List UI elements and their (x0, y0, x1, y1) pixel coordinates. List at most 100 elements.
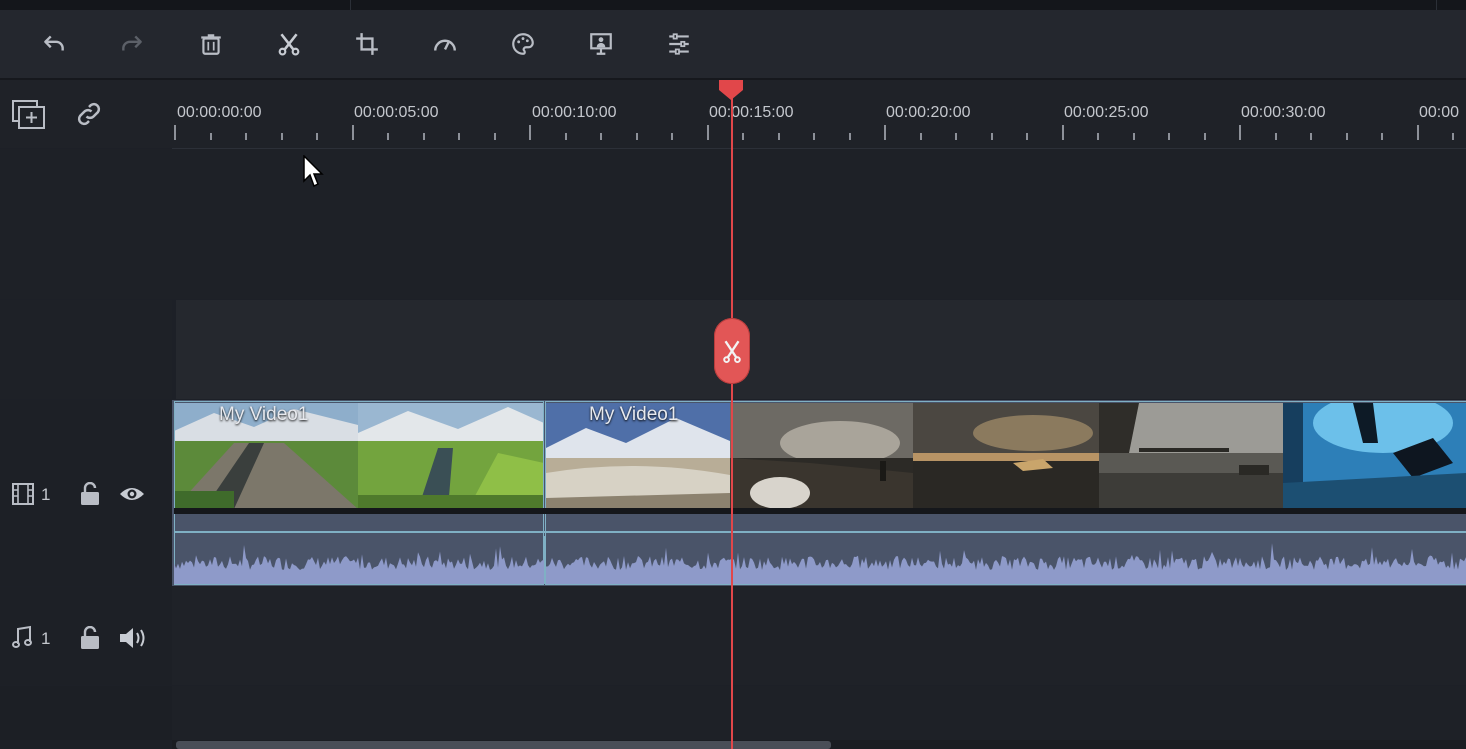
ruler-label: 00:00:05:00 (354, 104, 439, 121)
empty-track-header (0, 149, 172, 299)
color-button[interactable] (508, 29, 538, 59)
playhead-line[interactable] (731, 96, 733, 749)
clip-title: My Video1 (219, 404, 309, 425)
playhead-handle[interactable] (718, 80, 744, 100)
ruler-label: 00:00:00:00 (177, 104, 262, 121)
ruler-label: 00:00:20:00 (886, 104, 971, 121)
ruler-minor-tick (1097, 133, 1099, 140)
ruler-minor-tick (813, 133, 815, 140)
link-button[interactable] (74, 99, 104, 129)
mouse-cursor-icon (303, 154, 325, 194)
green-screen-button[interactable] (586, 29, 616, 59)
ruler-major-tick (707, 125, 709, 140)
audio-track-lane[interactable] (172, 587, 1466, 685)
add-track-button[interactable] (12, 100, 46, 130)
overlay-track-header (0, 300, 172, 399)
ruler-label: 00:00:30:00 (1241, 104, 1326, 121)
ruler-minor-tick (1452, 133, 1454, 140)
ruler-label: 00:00:15:00 (709, 104, 794, 121)
speedometer-icon (434, 39, 456, 51)
add-track-icon (12, 100, 45, 129)
ruler-minor-tick (1133, 133, 1135, 140)
audio-waveform (174, 536, 1466, 584)
presentation-icon (590, 33, 612, 55)
palette-icon (512, 33, 534, 55)
bottom-track-header (0, 686, 172, 740)
lock-open-icon (81, 625, 99, 649)
speed-button[interactable] (430, 29, 460, 59)
ruler-minor-tick (210, 133, 212, 140)
ruler-minor-tick (600, 133, 602, 140)
overlay-track-lane[interactable] (176, 300, 1466, 399)
ruler-major-tick (884, 125, 886, 140)
video-track-visibility-button[interactable] (118, 484, 146, 504)
ruler-major-tick (352, 125, 354, 140)
audio-track-mute-button[interactable] (118, 626, 148, 650)
ruler-controls (0, 80, 172, 148)
ruler-minor-tick (849, 133, 851, 140)
video-track-number: 1 (41, 485, 51, 504)
redo-icon (122, 35, 142, 51)
cut-button[interactable] (274, 29, 304, 59)
speaker-icon (120, 628, 145, 648)
ruler-minor-tick (245, 133, 247, 140)
ruler-label: 00:00:25:00 (1064, 104, 1149, 121)
link-icon (77, 102, 101, 126)
scissors-icon (723, 340, 741, 364)
ruler-minor-tick (991, 133, 993, 140)
sliders-icon (669, 33, 689, 55)
film-icon (11, 482, 35, 506)
ruler-minor-tick (1168, 133, 1170, 140)
edit-toolbar (0, 10, 1466, 80)
crop-icon (356, 33, 378, 55)
ruler-minor-tick (1346, 133, 1348, 140)
clip-volume-line (174, 531, 1466, 533)
trash-icon (201, 34, 221, 55)
ruler-minor-tick (1204, 133, 1206, 140)
ruler-minor-tick (955, 133, 957, 140)
ruler-minor-tick (778, 133, 780, 140)
ruler-minor-tick (742, 133, 744, 140)
clip-title: My Video1 (589, 404, 679, 425)
redo-button[interactable] (117, 29, 147, 59)
top-strip-segment (351, 0, 1437, 10)
adjust-button[interactable] (664, 29, 694, 59)
ruler-minor-tick (387, 133, 389, 140)
ruler-minor-tick (636, 133, 638, 140)
audio-track-header: 1 (0, 587, 172, 685)
video-track-header: 1 (0, 400, 172, 586)
ruler-label: 00:00 (1419, 104, 1460, 121)
undo-button[interactable] (39, 29, 69, 59)
ruler-label: 00:00:10:00 (532, 104, 617, 121)
delete-button[interactable] (196, 29, 226, 59)
split-button[interactable] (714, 318, 750, 384)
ruler-minor-tick (494, 133, 496, 140)
ruler-minor-tick (281, 133, 283, 140)
ruler-minor-tick (316, 133, 318, 140)
clip-boundary (544, 536, 546, 584)
ruler-major-tick (1062, 125, 1064, 140)
waveform-graphic (174, 536, 1466, 584)
ruler-major-tick (174, 125, 176, 140)
ruler-minor-tick (1026, 133, 1028, 140)
waveform-path (174, 543, 1466, 584)
ruler-major-tick (529, 125, 531, 140)
crop-button[interactable] (352, 29, 382, 59)
ruler-major-tick (1417, 125, 1419, 140)
ruler-minor-tick (458, 133, 460, 140)
top-strip-segment (0, 0, 351, 10)
audio-track-lock-button[interactable] (79, 625, 101, 650)
undo-icon (44, 35, 64, 51)
lock-open-icon (81, 481, 99, 505)
video-track-lock-button[interactable] (79, 481, 101, 506)
ruler-minor-tick (1381, 133, 1383, 140)
audio-track-number: 1 (41, 629, 51, 648)
ruler-minor-tick (1310, 133, 1312, 140)
timeline-ruler[interactable]: 00:00:00:00 00:00:05:00 00:00:10:00 00:0… (172, 80, 1466, 149)
ruler-minor-tick (920, 133, 922, 140)
ruler-minor-tick (671, 133, 673, 140)
clip-thumbnail-divider (174, 508, 1466, 514)
bottom-empty-area (172, 686, 1466, 740)
ruler-minor-tick (423, 133, 425, 140)
playhead-marker-icon (719, 80, 743, 100)
